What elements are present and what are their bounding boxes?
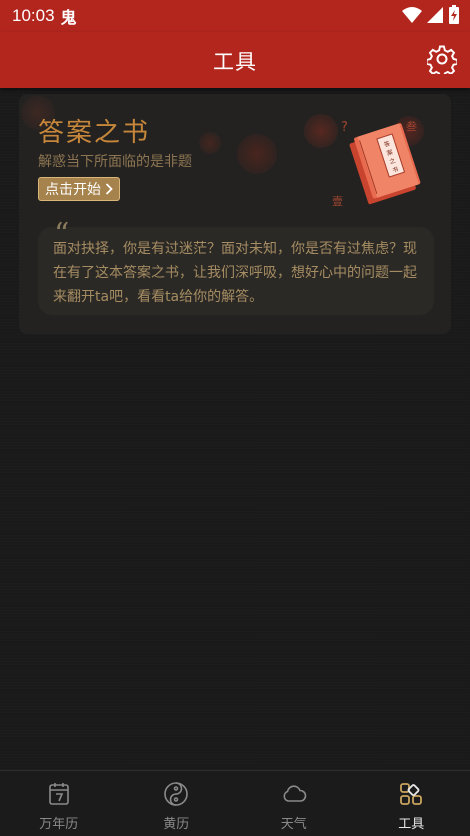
notification-app-icon: 鬼: [60, 8, 77, 27]
gear-icon: [425, 45, 459, 79]
nav-label: 万年历: [39, 817, 79, 832]
status-bar: 10:03 鬼: [0, 0, 470, 32]
chevron-right-icon: [105, 183, 113, 195]
answer-book-card[interactable]: 答案之书 解惑当下所面临的是非题 点击开始 ? 叁 壹 答 案 之 书 “ 面对…: [19, 94, 451, 334]
battery-icon: [449, 5, 459, 24]
nav-label: 天气: [280, 817, 307, 832]
start-button[interactable]: 点击开始: [38, 177, 120, 201]
bokeh-decoration: [237, 134, 277, 174]
nav-label: 工具: [398, 817, 425, 832]
signal-icon: [427, 7, 443, 23]
settings-button[interactable]: [425, 44, 459, 79]
nav-item-weather[interactable]: 天气: [235, 771, 353, 836]
nav-item-calendar[interactable]: 万年历: [0, 771, 118, 836]
status-time: 10:03: [12, 6, 55, 25]
quote-box: “ 面对抉择，你是有过迷茫？面对未知，你是否有过焦虑？现在有了这本答案之书，让我…: [38, 217, 434, 315]
nav-label: 黄历: [163, 817, 190, 832]
page-title: 工具: [213, 50, 257, 74]
card-title: 答案之书: [38, 118, 151, 148]
grid-tools-icon: [400, 783, 423, 805]
calendar-icon: [48, 783, 69, 805]
card-subtitle: 解惑当下所面临的是非题: [38, 154, 192, 170]
svg-text:壹: 壹: [332, 195, 343, 208]
nav-item-tools[interactable]: 工具: [353, 771, 470, 836]
svg-text:?: ?: [341, 120, 348, 135]
cloud-icon: [283, 785, 307, 802]
app-bar: 工具: [0, 32, 470, 88]
bokeh-decoration: [199, 132, 221, 154]
bottom-nav: 万年历 黄历 天气 工具: [0, 770, 470, 836]
yin-yang-icon: [164, 782, 189, 806]
quote-text: 面对抉择，你是有过迷茫？面对未知，你是否有过焦虑？现在有了这本答案之书，让我们深…: [53, 241, 417, 305]
start-button-label: 点击开始: [45, 182, 101, 198]
nav-item-almanac[interactable]: 黄历: [118, 771, 236, 836]
book-illustration: ? 叁 壹 答 案 之 书: [332, 119, 421, 208]
wifi-icon: [402, 7, 422, 23]
svg-text:叁: 叁: [406, 119, 417, 133]
status-indicators: [402, 5, 460, 25]
